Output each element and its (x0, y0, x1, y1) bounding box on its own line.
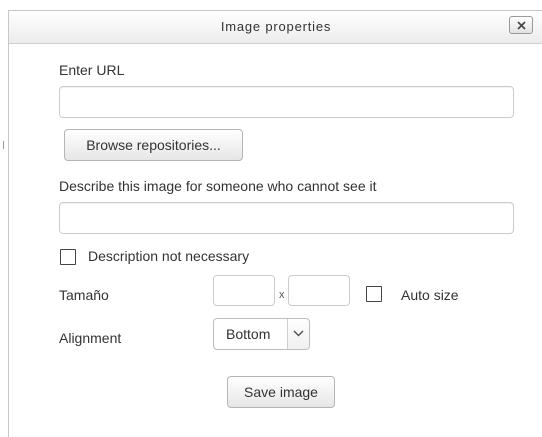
close-button[interactable] (509, 16, 533, 34)
auto-size-checkbox[interactable] (366, 286, 382, 302)
alignment-label: Alignment (59, 330, 122, 346)
width-input[interactable] (213, 275, 275, 306)
description-input[interactable] (59, 202, 514, 234)
auto-size-label: Auto size (401, 287, 459, 303)
alignment-arrow (287, 319, 309, 349)
url-label: Enter URL (59, 62, 125, 78)
top-strip (0, 0, 542, 10)
size-label: Tamaño (59, 287, 109, 303)
size-separator: x (279, 289, 285, 301)
image-properties-dialog: Image properties Enter URL Browse reposi… (8, 10, 542, 437)
close-x-icon (517, 21, 526, 30)
height-input[interactable] (288, 275, 350, 306)
alignment-select[interactable]: Bottom (213, 318, 310, 350)
browse-repositories-button[interactable]: Browse repositories... (64, 129, 243, 161)
url-input[interactable] (59, 86, 514, 118)
description-not-necessary-checkbox[interactable] (60, 249, 76, 265)
alignment-selected-value: Bottom (226, 326, 271, 342)
dialog-title: Image properties (220, 19, 332, 34)
edge-mark (3, 141, 4, 149)
chevron-down-icon (293, 330, 304, 337)
description-not-necessary-label: Description not necessary (88, 248, 250, 264)
description-label: Describe this image for someone who cann… (59, 178, 377, 194)
dialog-titlebar[interactable]: Image properties (9, 10, 542, 44)
save-image-button[interactable]: Save image (227, 376, 335, 408)
